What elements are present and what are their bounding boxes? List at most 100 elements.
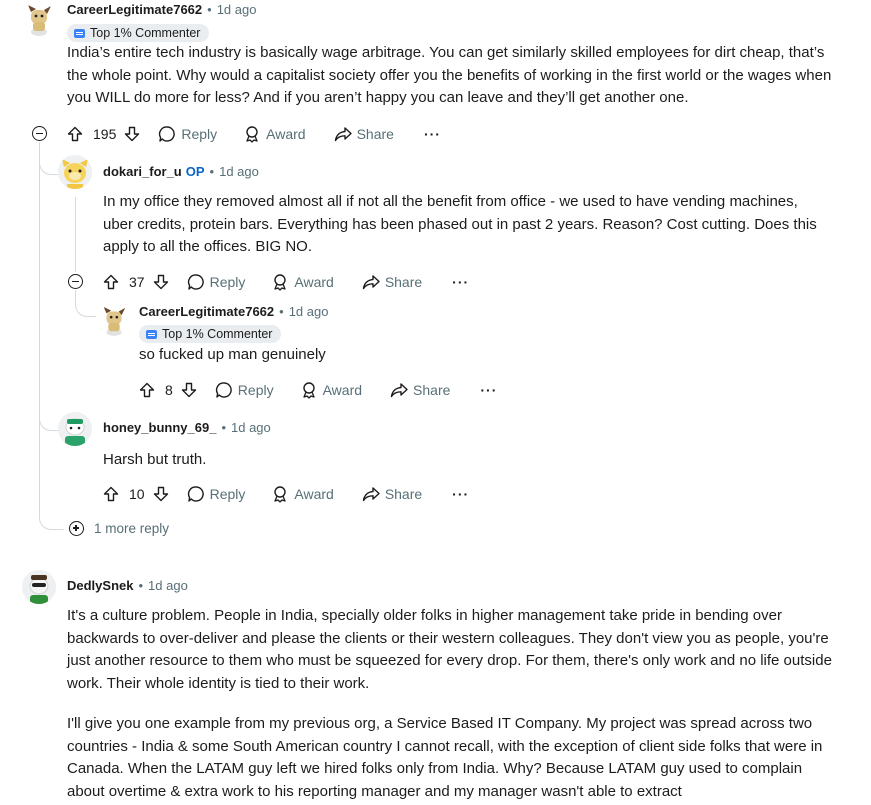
snoo-avatar-icon xyxy=(28,5,51,36)
comment-body: It's a culture problem. People in India,… xyxy=(67,607,832,692)
downvote-icon[interactable] xyxy=(181,382,197,398)
comment-meta: CareerLegitimate7662 • 1d ago xyxy=(67,1,256,19)
reply-label: Reply xyxy=(209,486,246,502)
downvote-icon[interactable] xyxy=(153,486,169,502)
more-replies-label: 1 more reply xyxy=(94,521,170,536)
comment-body: In my office they removed almost all if … xyxy=(103,193,817,255)
vote-group: 10 xyxy=(103,486,169,502)
thread-connector-honey xyxy=(39,412,58,431)
comment-actions: 10 Reply Award Share ··· xyxy=(103,484,469,504)
share-icon xyxy=(362,273,380,291)
badge-label: Top 1% Commenter xyxy=(162,327,273,341)
badge-icon xyxy=(74,28,85,38)
separator-dot: • xyxy=(221,420,226,435)
username[interactable]: dokari_for_u xyxy=(103,163,182,181)
username[interactable]: CareerLegitimate7662 xyxy=(67,1,202,19)
flair-badge: Top 1% Commenter xyxy=(139,325,282,343)
avatar[interactable] xyxy=(22,2,56,36)
reply-button[interactable]: Reply xyxy=(187,485,246,503)
award-button[interactable]: Award xyxy=(271,273,334,291)
vote-group: 8 xyxy=(139,382,197,398)
separator-dot: • xyxy=(138,578,144,593)
upvote-icon[interactable] xyxy=(67,126,83,142)
reply-label: Reply xyxy=(181,126,218,142)
reply-button[interactable]: Reply xyxy=(187,273,246,291)
downvote-icon[interactable] xyxy=(153,274,169,290)
comment-body: so fucked up man genuinely xyxy=(139,346,326,363)
comment-icon xyxy=(187,485,205,503)
collapse-thread-button[interactable] xyxy=(68,274,83,289)
share-button[interactable]: Share xyxy=(390,381,450,399)
avatar[interactable] xyxy=(98,304,130,336)
award-label: Award xyxy=(294,486,334,502)
reply-label: Reply xyxy=(209,274,246,290)
award-button[interactable]: Award xyxy=(271,485,334,503)
avatar[interactable] xyxy=(58,155,92,189)
thread-connector-reply xyxy=(75,298,96,317)
award-label: Award xyxy=(294,274,334,290)
comment-body-paragraph-2: I'll give you one example from my previo… xyxy=(67,715,823,800)
vote-count: 195 xyxy=(93,126,117,142)
comment-body: India’s entire tech industry is basicall… xyxy=(67,44,832,106)
vote-group: 37 xyxy=(103,274,169,290)
more-options-icon[interactable]: ··· xyxy=(452,486,469,502)
vote-count: 8 xyxy=(165,382,173,398)
timestamp[interactable]: 1d ago xyxy=(217,1,257,19)
award-icon xyxy=(300,381,318,399)
share-button[interactable]: Share xyxy=(362,485,422,503)
timestamp[interactable]: 1d ago xyxy=(148,577,188,595)
username[interactable]: honey_bunny_69_ xyxy=(103,419,216,437)
more-options-icon[interactable]: ··· xyxy=(452,274,469,290)
username[interactable]: DedlySnek xyxy=(67,577,133,595)
timestamp[interactable]: 1d ago xyxy=(219,163,259,181)
upvote-icon[interactable] xyxy=(103,274,119,290)
timestamp[interactable]: 1d ago xyxy=(231,419,271,437)
award-label: Award xyxy=(266,126,306,142)
share-button[interactable]: Share xyxy=(334,125,394,143)
award-icon xyxy=(271,273,289,291)
vote-count: 10 xyxy=(129,486,145,502)
comment-body: Harsh but truth. xyxy=(103,451,207,468)
upvote-icon[interactable] xyxy=(103,486,119,502)
share-label: Share xyxy=(356,126,394,142)
op-label: OP xyxy=(185,164,205,179)
more-options-icon[interactable]: ··· xyxy=(480,382,497,398)
timestamp[interactable]: 1d ago xyxy=(289,303,329,321)
snoo-avatar-icon xyxy=(58,412,92,446)
collapse-thread-button[interactable] xyxy=(32,126,47,141)
share-icon xyxy=(362,485,380,503)
share-icon xyxy=(334,125,352,143)
share-label: Share xyxy=(384,486,423,502)
snoo-avatar-icon xyxy=(103,306,126,336)
comment-icon xyxy=(158,125,176,143)
reply-button[interactable]: Reply xyxy=(215,381,274,399)
share-button[interactable]: Share xyxy=(362,273,422,291)
more-options-icon[interactable]: ··· xyxy=(424,126,441,142)
downvote-icon[interactable] xyxy=(124,126,140,142)
snoo-avatar-icon xyxy=(22,570,56,604)
reply-button[interactable]: Reply xyxy=(158,125,217,143)
award-button[interactable]: Award xyxy=(300,381,362,399)
separator-dot: • xyxy=(209,164,215,179)
snoo-avatar-icon xyxy=(58,155,92,189)
vote-count: 37 xyxy=(129,274,145,290)
upvote-icon[interactable] xyxy=(139,382,155,398)
reply-label: Reply xyxy=(237,382,274,398)
comment-icon xyxy=(187,273,205,291)
award-icon xyxy=(243,125,261,143)
comment-meta: CareerLegitimate7662 • 1d ago xyxy=(139,303,328,321)
thread-line-dokari xyxy=(75,197,76,272)
expand-plus-icon xyxy=(69,521,84,536)
comment-icon xyxy=(215,381,233,399)
comment-actions: 37 Reply Award Share ··· xyxy=(103,272,469,292)
separator-dot: • xyxy=(279,304,284,319)
more-replies-button[interactable]: 1 more reply xyxy=(69,521,169,536)
flair-badge: Top 1% Commenter xyxy=(67,24,210,42)
username[interactable]: CareerLegitimate7662 xyxy=(139,303,274,321)
avatar[interactable] xyxy=(58,412,92,446)
award-icon xyxy=(271,485,289,503)
award-button[interactable]: Award xyxy=(243,125,306,143)
badge-label: Top 1% Commenter xyxy=(90,26,201,40)
thread-connector-more-replies xyxy=(39,511,64,530)
avatar[interactable] xyxy=(22,570,56,604)
